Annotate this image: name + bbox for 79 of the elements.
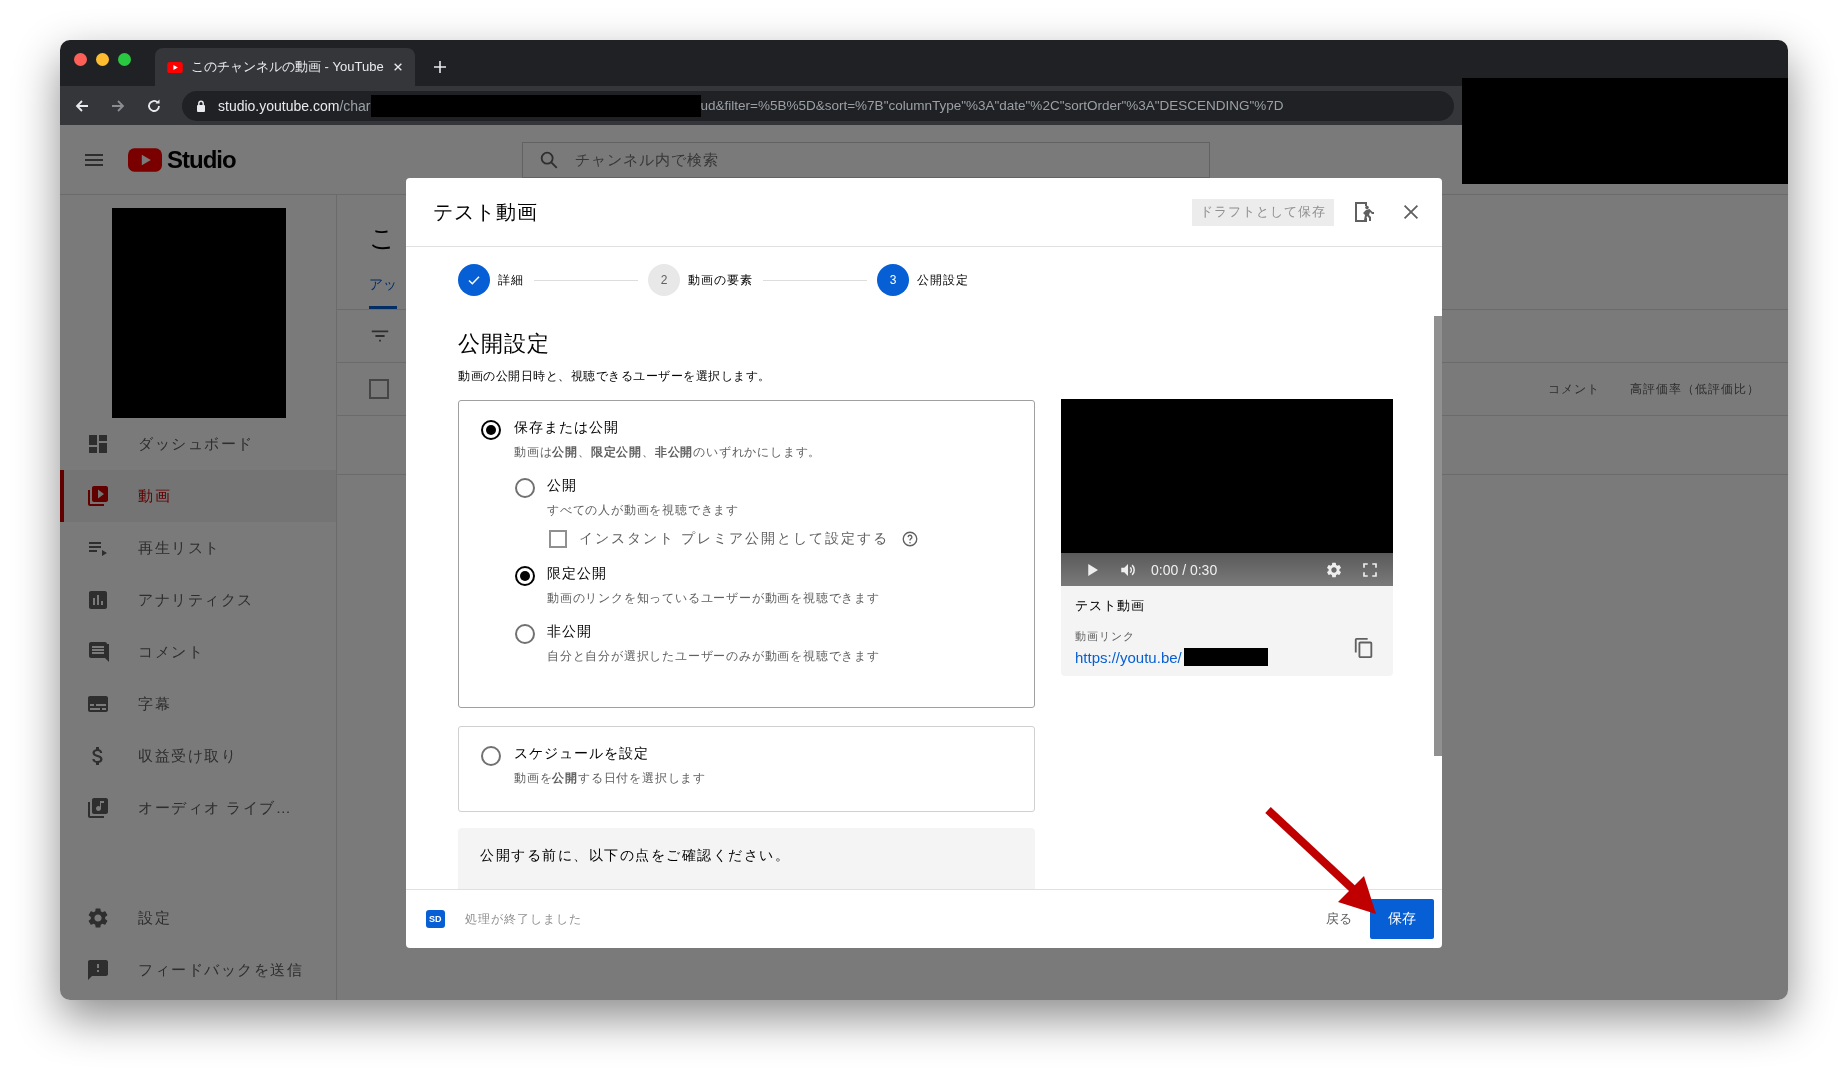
column-header: 高評価率（低評価比） [1630,380,1760,398]
minimize-window-control[interactable] [96,53,109,66]
zoom-window-control[interactable] [118,53,131,66]
option-label: 公開 [547,477,578,495]
copy-icon[interactable] [1353,635,1375,660]
search-field[interactable]: チャンネル内で検索 [521,141,1210,178]
checkbox-label: インスタント プレミア公開として設定する [579,530,889,548]
step-label: 詳細 [498,271,524,289]
lock-icon [196,99,206,112]
option-description: すべての人が動画を視聴できます [547,503,739,518]
dialog-title: テスト動画 [433,199,538,225]
option-label: 非公開 [547,623,593,641]
option-label: 限定公開 [547,565,608,583]
video-library-icon [86,484,110,508]
sidebar-item[interactable]: 字幕 [60,678,336,730]
option-description: 動画を公開する日付を選択します [514,771,706,786]
step-label: 動画の要素 [688,271,753,289]
page-tab[interactable]: アッ [369,272,397,309]
fullscreen-icon[interactable] [1361,560,1379,579]
save-button[interactable]: 保存 [1370,899,1434,939]
forward-icon[interactable] [110,97,126,114]
section-heading: 公開設定 [458,330,551,358]
sidebar-item[interactable]: 動画 [60,470,336,522]
section-description: 動画の公開日時と、視聴できるユーザーを選択します。 [458,369,772,384]
logo-text: Studio [167,145,236,174]
option-label: スケジュールを設定 [514,745,650,763]
page-title: こ [369,222,397,255]
back-icon[interactable] [74,97,90,114]
close-window-control[interactable] [74,53,87,66]
reload-icon[interactable] [146,97,162,114]
sidebar-item[interactable]: ダッシュボード [60,418,336,470]
close-icon[interactable] [393,62,403,72]
radio-button[interactable] [481,746,501,766]
checkbox[interactable] [549,530,567,548]
column-header: コメント [1548,380,1600,398]
sidebar-item[interactable]: オーディオ ライブ… [60,782,336,834]
exit-icon[interactable] [1352,199,1376,225]
sidebar-item[interactable]: 再生リスト [60,522,336,574]
play-logo-icon [128,147,162,172]
notice-text: 公開する前に、以下の点をご確認ください。 [480,847,790,863]
step-indicator[interactable]: 2 [648,264,680,296]
settings-icon [86,906,110,930]
scrollbar-thumb[interactable] [1434,316,1442,756]
comment-icon [86,640,110,664]
help-icon[interactable] [900,530,919,548]
radio-button[interactable] [481,420,501,440]
bar-chart-icon [86,588,110,612]
option-description: 自分と自分が選択したユーザーのみが動画を視聴できます [547,649,880,664]
back-button[interactable]: 戻る [1320,909,1358,929]
dashboard-icon [86,432,110,456]
video-link[interactable]: https://youtu.be/ [1075,648,1182,666]
option-description: 動画のリンクを知っているユーザーが動画を視聴できます [547,591,880,606]
new-tab-icon[interactable] [433,60,447,74]
browser-tab[interactable]: このチャンネルの動画 - YouTube [155,48,415,86]
feedback-icon [86,958,110,982]
quality-badge: SD [426,910,445,928]
radio-button[interactable] [515,624,535,644]
step-label: 公開設定 [917,271,969,289]
sidebar-item[interactable]: フィードバックを送信 [60,944,336,996]
link-label: 動画リンク [1075,629,1136,644]
sidebar-item[interactable]: コメント [60,626,336,678]
sidebar-item[interactable]: 設定 [60,892,336,944]
radio-button[interactable] [515,478,535,498]
address-bar[interactable]: studio.youtube.com/char ud&filter=%5B%5D&sort=%7B"columnType"%3A"date"%2C"sortOrder"%3A"DESCENDING"%7D [182,90,1454,121]
settings-icon[interactable] [1325,560,1343,579]
save-draft-button[interactable]: ドラフトとして保存 [1192,198,1334,226]
step-indicator[interactable] [458,264,490,296]
sidebar-item[interactable]: 収益受け取り [60,730,336,782]
music-library-icon [86,796,110,820]
time-display: 0:00 / 0:30 [1151,561,1218,578]
step-indicator[interactable]: 3 [877,264,909,296]
sidebar-item[interactable]: アナリティクス [60,574,336,626]
checkbox[interactable] [369,379,389,399]
option-label: 保存または公開 [514,419,620,437]
radio-button[interactable] [515,566,535,586]
option-description: 動画は公開、限定公開、非公開のいずれかにします。 [514,445,822,460]
status-text: 処理が終了しました [464,910,582,928]
play-logo-icon [167,61,183,73]
video-title: テスト動画 [1075,598,1146,615]
